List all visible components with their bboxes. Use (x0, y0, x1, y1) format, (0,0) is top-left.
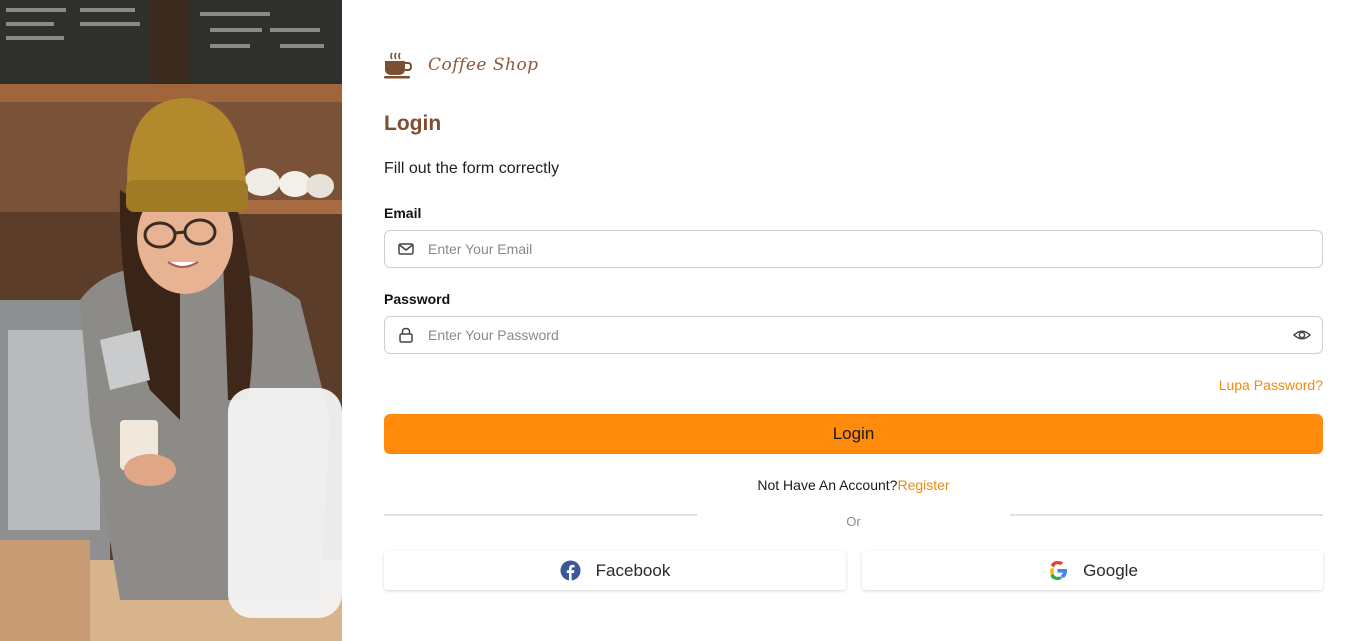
signup-prompt-text: Not Have An Account? (757, 477, 898, 493)
google-label: Google (1083, 560, 1138, 580)
register-link[interactable]: Register (897, 477, 949, 493)
google-login-button[interactable]: Google (862, 551, 1323, 590)
email-field (384, 230, 1323, 268)
eye-icon[interactable] (1293, 326, 1311, 344)
password-label: Password (384, 291, 451, 307)
or-divider: Or (384, 512, 1323, 532)
login-panel: Coffee Shop Login Fill out the form corr… (384, 0, 1323, 641)
google-icon (1050, 561, 1068, 580)
forgot-password-link[interactable]: Lupa Password? (1219, 377, 1323, 393)
divider-line-right (1010, 514, 1323, 516)
hero-photo (0, 0, 342, 641)
brand-name: Coffee Shop (428, 55, 539, 75)
facebook-icon (560, 560, 581, 581)
email-input[interactable] (428, 231, 1322, 267)
facebook-login-button[interactable]: Facebook (384, 551, 846, 590)
password-input[interactable] (428, 317, 1293, 353)
brand: Coffee Shop (384, 50, 539, 80)
divider-text: Or (846, 514, 861, 529)
page-title: Login (384, 112, 442, 135)
lock-icon (399, 327, 413, 343)
page-subtitle: Fill out the form correctly (384, 160, 560, 177)
signup-prompt: Not Have An Account?Register (384, 477, 1323, 493)
barista-illustration (0, 0, 342, 641)
mail-icon (398, 243, 414, 255)
coffee-cup-icon (384, 52, 412, 79)
password-field (384, 316, 1323, 354)
email-label: Email (384, 205, 422, 221)
facebook-label: Facebook (595, 560, 671, 580)
login-button[interactable]: Login (384, 414, 1323, 454)
